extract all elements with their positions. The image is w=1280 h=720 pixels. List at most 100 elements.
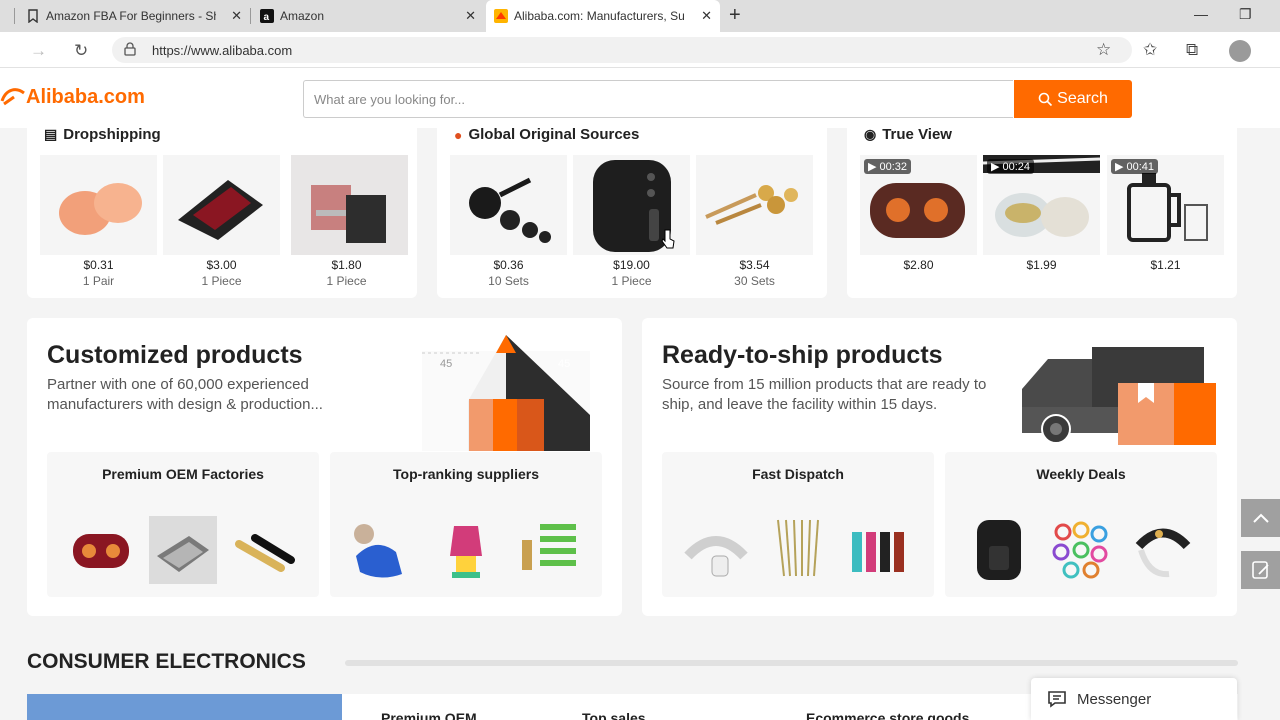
product-image[interactable] bbox=[291, 155, 408, 255]
tab-premium-oem[interactable]: Premium OEM bbox=[381, 710, 477, 720]
category-label: True View bbox=[882, 126, 952, 143]
sub-card-label: Top-ranking suppliers bbox=[393, 466, 539, 482]
truck-illustration bbox=[1022, 347, 1216, 445]
product-video[interactable]: ▶ 00:24 bbox=[983, 155, 1100, 255]
category-title-dropshipping[interactable]: ▤ Dropshipping bbox=[44, 126, 161, 143]
product-unit: 1 Pair bbox=[82, 274, 115, 288]
product-image[interactable] bbox=[163, 155, 280, 255]
refresh-icon[interactable]: ↻ bbox=[74, 41, 88, 61]
search-button-label: Search bbox=[1057, 90, 1108, 107]
rings-thumb bbox=[1052, 521, 1108, 579]
bookmark-icon bbox=[28, 9, 38, 23]
close-icon[interactable]: ✕ bbox=[231, 8, 242, 24]
illustration-label: 45 bbox=[558, 358, 570, 370]
tab-amazon[interactable]: a Amazon ✕ bbox=[252, 0, 484, 32]
video-duration: 00:24 bbox=[1002, 161, 1031, 173]
category-label: Global Original Sources bbox=[468, 126, 640, 143]
section-subtitle: Partner with one of 60,000 experienced m… bbox=[47, 376, 323, 413]
search-box bbox=[303, 80, 1013, 118]
feedback-icon bbox=[1251, 561, 1269, 579]
box-icon: ▤ bbox=[44, 126, 58, 142]
url-text: https://www.alibaba.com bbox=[152, 43, 293, 58]
tab-title: Alibaba.com: Manufacturers, Sup bbox=[514, 9, 684, 23]
hand-cursor-icon bbox=[661, 229, 675, 249]
site-header: Alibaba.com Search bbox=[0, 68, 1280, 128]
section-title[interactable]: Customized products bbox=[47, 341, 303, 370]
fabric-thumb bbox=[149, 516, 217, 584]
product-price: $1.21 bbox=[1150, 258, 1181, 272]
alibaba-icon bbox=[494, 9, 508, 23]
search-icon bbox=[1038, 92, 1053, 106]
neck-massager-thumb bbox=[1135, 528, 1191, 578]
earplug-image bbox=[59, 183, 142, 235]
messenger-label: Messenger bbox=[1077, 690, 1152, 708]
product-unit: 10 Sets bbox=[488, 274, 529, 288]
feedback-button[interactable] bbox=[1241, 551, 1280, 589]
alibaba-logo[interactable]: Alibaba.com bbox=[0, 85, 145, 109]
tab-title: Amazon bbox=[280, 9, 325, 23]
messenger-button[interactable]: Messenger bbox=[1031, 678, 1237, 720]
product-video[interactable]: ▶ 00:32 bbox=[860, 155, 977, 255]
close-icon[interactable]: ✕ bbox=[701, 8, 712, 24]
forward-icon[interactable]: → bbox=[30, 41, 47, 61]
sub-card-label: Fast Dispatch bbox=[752, 466, 844, 482]
candle-wicks-thumb bbox=[777, 519, 819, 577]
tubes-set-thumb bbox=[852, 532, 904, 572]
massager-thumb bbox=[73, 534, 129, 568]
product-image[interactable] bbox=[450, 155, 567, 255]
section-divider bbox=[345, 660, 1238, 666]
product-unit: 1 Piece bbox=[326, 274, 367, 288]
eye-icon: ◉ bbox=[864, 126, 877, 142]
video-duration-badge: ▶ 00:24 bbox=[987, 159, 1035, 174]
tab-ecommerce-store-goods[interactable]: Ecommerce store goods bbox=[806, 710, 969, 720]
restore-icon[interactable]: ❐ bbox=[1239, 6, 1252, 23]
product-unit: 1 Piece bbox=[201, 274, 242, 288]
add-favorite-icon[interactable]: ☆ bbox=[1096, 40, 1111, 60]
profile-avatar[interactable] bbox=[1229, 40, 1251, 62]
product-price: $0.36 bbox=[493, 258, 524, 272]
close-icon[interactable]: ✕ bbox=[465, 8, 476, 24]
scroll-top-button[interactable] bbox=[1241, 499, 1280, 537]
alibaba-logo-icon bbox=[0, 88, 25, 106]
search-button[interactable]: Search bbox=[1014, 80, 1132, 118]
weekly-deals-card[interactable]: Weekly Deals bbox=[945, 452, 1217, 597]
chat-icon bbox=[1048, 691, 1066, 708]
tab-separator bbox=[14, 8, 15, 24]
search-input[interactable] bbox=[304, 81, 1013, 117]
pillow-thumb bbox=[354, 524, 402, 578]
video-duration: 00:32 bbox=[879, 161, 908, 173]
top-ranking-suppliers-card[interactable]: Top-ranking suppliers bbox=[330, 452, 602, 597]
product-video[interactable]: ▶ 00:41 bbox=[1107, 155, 1224, 255]
collections-icon[interactable]: ⧉ bbox=[1186, 40, 1198, 60]
product-image[interactable] bbox=[696, 155, 813, 255]
product-price: $1.99 bbox=[1026, 258, 1057, 272]
tab-alibaba[interactable]: Alibaba.com: Manufacturers, Sup ✕ bbox=[486, 0, 720, 32]
category-title-true-view[interactable]: ◉ True View bbox=[864, 126, 952, 143]
chevron-up-icon bbox=[1252, 513, 1269, 523]
tab-top-sales[interactable]: Top sales bbox=[582, 710, 646, 720]
category-title-global-sources[interactable]: ● Global Original Sources bbox=[454, 126, 639, 143]
amazon-icon: a bbox=[260, 9, 274, 23]
section-title[interactable]: Ready-to-ship products bbox=[662, 341, 943, 370]
video-duration-badge: ▶ 00:32 bbox=[864, 159, 912, 174]
consumer-electronics-title[interactable]: CONSUMER ELECTRONICS bbox=[27, 650, 306, 674]
lamp-thumb bbox=[450, 526, 482, 578]
sub-card-label: Weekly Deals bbox=[1036, 466, 1126, 482]
new-tab-icon[interactable]: + bbox=[729, 4, 741, 27]
section-subtitle: Source from 15 million products that are… bbox=[662, 376, 987, 413]
consumer-electronics-banner[interactable] bbox=[27, 694, 342, 720]
premium-oem-factories-card[interactable]: Premium OEM Factories bbox=[47, 452, 319, 597]
url-field[interactable]: https://www.alibaba.com bbox=[112, 37, 1132, 63]
wallet-image bbox=[311, 185, 386, 243]
sub-card-label: Premium OEM Factories bbox=[102, 466, 264, 482]
address-bar: → ↻ https://www.alibaba.com ☆ ✩ ⧉ bbox=[0, 32, 1280, 68]
pencil-illustration: 45 45 bbox=[422, 335, 590, 451]
tab-title: Amazon FBA For Beginners - Sha bbox=[46, 9, 216, 23]
category-label: Dropshipping bbox=[63, 126, 161, 143]
minimize-icon[interactable]: — bbox=[1194, 6, 1208, 22]
tab-amazon-fba[interactable]: Amazon FBA For Beginners - Sha ✕ bbox=[18, 0, 250, 32]
product-image[interactable] bbox=[40, 155, 157, 255]
globe-icon: ● bbox=[454, 126, 463, 143]
favorites-icon[interactable]: ✩ bbox=[1143, 40, 1157, 60]
fast-dispatch-card[interactable]: Fast Dispatch bbox=[662, 452, 934, 597]
